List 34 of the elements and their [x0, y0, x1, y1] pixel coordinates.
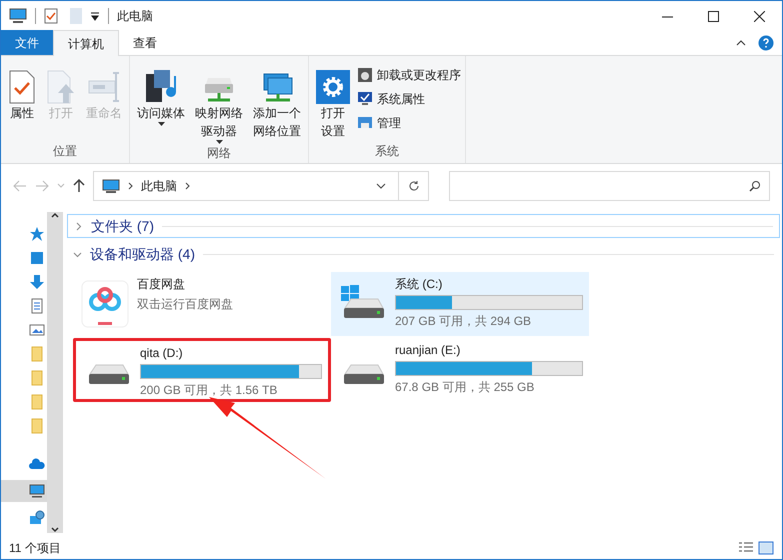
group-title: 设备和驱动器 (4) [90, 244, 195, 264]
group-label: 位置 [52, 143, 78, 160]
window-title: 此电脑 [117, 8, 153, 25]
drive-name: 百度网盘 [137, 276, 186, 293]
ribbon-button[interactable]: 访问媒体 [134, 64, 188, 144]
group-label: 系统 [374, 143, 400, 160]
ribbon-button[interactable]: 打开 设置 [313, 64, 353, 142]
group-header[interactable]: 设备和驱动器 (4) [67, 242, 780, 266]
address-bar[interactable]: 此电脑 [93, 171, 399, 201]
ribbon-tab[interactable]: 查看 [119, 30, 171, 55]
ribbon-button[interactable]: 系统属性 [357, 90, 461, 108]
drive-detail: 67.8 GB 可用，共 255 GB [395, 379, 536, 396]
drive-tile[interactable]: 百度网盘 双击运行百度网盘 [73, 272, 331, 336]
ribbon-tab[interactable]: 计算机 [53, 30, 119, 56]
drive-name: ruanjian (E:) [395, 342, 462, 359]
group-header[interactable]: 文件夹 (7) [67, 214, 780, 238]
ribbon-button[interactable]: 管理 [357, 114, 461, 132]
ribbon-tab[interactable]: 文件 [1, 30, 53, 55]
drive-name: 系统 (C:) [395, 276, 444, 293]
drive-tile[interactable]: 系统 (C:) 207 GB 可用，共 294 GB [331, 272, 589, 336]
ribbon-button[interactable]: 添加一个 网络位置 [250, 64, 304, 144]
drive-name: qita (D:) [140, 345, 184, 362]
group-title: 文件夹 (7) [91, 216, 154, 236]
status-text: 11 个项目 [9, 540, 61, 557]
ribbon-button[interactable]: 映射网络 驱动器 [192, 64, 246, 144]
breadcrumb-item[interactable]: 此电脑 [141, 177, 177, 195]
drive-detail: 双击运行百度网盘 [137, 296, 234, 313]
drive-detail: 200 GB 可用，共 1.56 TB [140, 382, 278, 399]
group-label: 网络 [206, 145, 232, 162]
ribbon-button[interactable]: 卸载或更改程序 [357, 66, 461, 84]
ribbon-button[interactable]: 属性 [5, 64, 39, 142]
drive-tile[interactable]: qita (D:) 200 GB 可用，共 1.56 TB [73, 338, 331, 402]
drive-detail: 207 GB 可用，共 294 GB [395, 313, 532, 330]
drive-tile[interactable]: ruanjian (E:) 67.8 GB 可用，共 255 GB [331, 338, 589, 402]
